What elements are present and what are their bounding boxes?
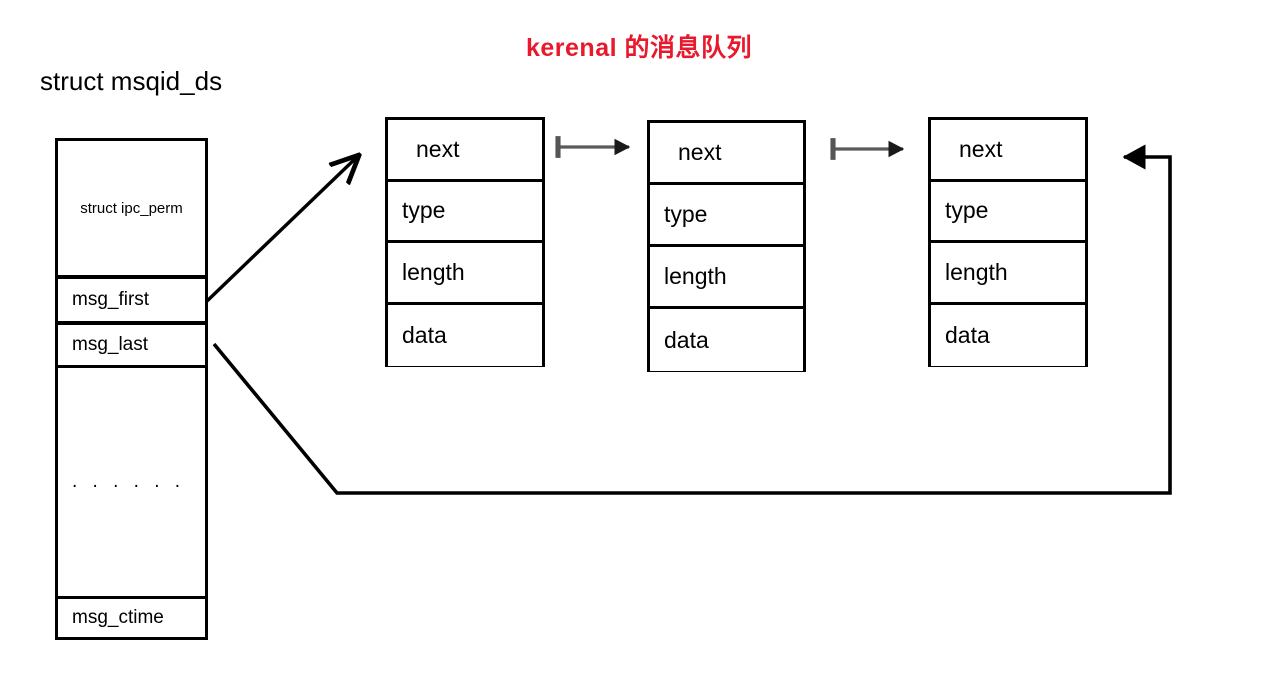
page-title: kerenal 的消息队列 bbox=[525, 34, 752, 62]
message-node-1-field-next: next bbox=[388, 120, 542, 182]
message-node-3-data-label: data bbox=[945, 321, 990, 348]
message-node-1-next-label: next bbox=[416, 135, 460, 162]
struct-field-msg-last: msg_last bbox=[58, 325, 205, 368]
diagram-canvas: kerenal 的消息队列 struct msqid_ds struct ipc… bbox=[0, 0, 1278, 683]
message-node-2-next-label: next bbox=[678, 139, 722, 165]
message-node-2-data-label: data bbox=[664, 326, 709, 353]
struct-field-ipc-perm: struct ipc_perm bbox=[58, 141, 205, 278]
struct-field-msg-ctime-label: msg_ctime bbox=[72, 607, 164, 628]
struct-field-msg-ctime: msg_ctime bbox=[58, 599, 205, 637]
message-node-3-field-data: data bbox=[931, 304, 1085, 366]
message-node-3-next-label: next bbox=[959, 135, 1003, 162]
struct-field-ipc-perm-label: struct ipc_perm bbox=[80, 199, 183, 217]
message-node-3: next type length data bbox=[928, 117, 1088, 367]
message-node-3-field-type: type bbox=[931, 181, 1085, 243]
message-node-1-field-data: data bbox=[388, 304, 542, 366]
message-node-2-field-next: next bbox=[650, 123, 803, 185]
message-node-1-length-label: length bbox=[402, 258, 465, 285]
msg-first-pointer-arrow bbox=[204, 157, 357, 304]
message-node-2-field-type: type bbox=[650, 185, 803, 247]
struct-msqid-ds-box: struct ipc_perm msg_first msg_last . . .… bbox=[55, 138, 208, 640]
message-node-2-field-length: length bbox=[650, 247, 803, 309]
message-node-3-field-next: next bbox=[931, 120, 1085, 182]
message-node-2: next type length data bbox=[647, 120, 806, 372]
message-node-2-type-label: type bbox=[664, 201, 708, 227]
message-node-1-field-type: type bbox=[388, 181, 542, 243]
struct-field-msg-first: msg_first bbox=[58, 278, 205, 325]
struct-field-msg-last-label: msg_last bbox=[72, 334, 149, 355]
message-node-2-field-data: data bbox=[650, 309, 803, 371]
message-node-3-type-label: type bbox=[945, 197, 989, 224]
message-node-1-data-label: data bbox=[402, 321, 447, 348]
message-node-3-field-length: length bbox=[931, 243, 1085, 305]
struct-field-msg-first-label: msg_first bbox=[72, 289, 150, 310]
message-node-2-length-label: length bbox=[664, 263, 727, 289]
message-node-1-field-length: length bbox=[388, 243, 542, 305]
struct-field-ellipsis-label: . . . . . . bbox=[72, 471, 186, 492]
message-node-3-length-label: length bbox=[945, 258, 1008, 285]
message-node-1-type-label: type bbox=[402, 197, 446, 224]
struct-field-ellipsis: . . . . . . bbox=[58, 368, 205, 599]
struct-label: struct msqid_ds bbox=[40, 66, 223, 96]
message-node-1: next type length data bbox=[385, 117, 545, 367]
